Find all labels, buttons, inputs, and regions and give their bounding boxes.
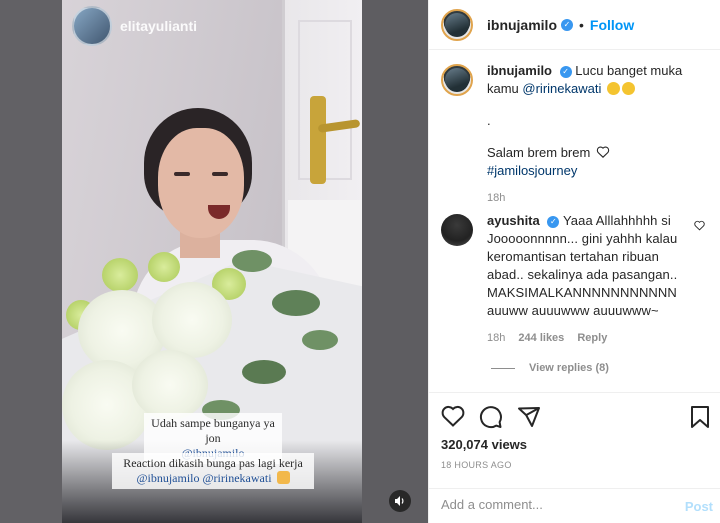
instagram-post-view: elitayulianti Udah sampe bunganya ya jon…	[0, 0, 720, 523]
media-side-band-left	[0, 0, 62, 523]
view-count[interactable]: 320,074 views	[441, 437, 527, 452]
comments-section: ibnujamilo ✓ Lucu banget muka kamu @riri…	[429, 62, 720, 392]
caption-age[interactable]: 18h	[487, 192, 720, 204]
heart-emoji-icon	[596, 146, 610, 158]
comment-text: Yaaa Alllahhhhh si Jooooonnnnn... gini y…	[487, 213, 678, 318]
replies-divider-line	[491, 367, 515, 369]
save-bookmark-icon[interactable]	[689, 405, 711, 429]
caption-hashtag-link[interactable]: #jamilosjourney	[487, 162, 692, 180]
story-caption-2: Reaction dikasih bunga pas lagi kerja @i…	[112, 453, 314, 489]
post-caption: ibnujamilo ✓ Lucu banget muka kamu @riri…	[429, 62, 720, 210]
speaker-icon	[395, 496, 404, 506]
post-media[interactable]: elitayulianti Udah sampe bunganya ya jon…	[0, 0, 428, 523]
story-author: elitayulianti	[72, 6, 197, 46]
separator-dot: •	[579, 16, 584, 33]
comment-age[interactable]: 18h	[487, 332, 505, 344]
verified-badge-icon: ✓	[561, 18, 573, 31]
caption-dot-line: .	[487, 113, 491, 128]
verified-badge-icon: ✓	[547, 215, 560, 228]
author-avatar[interactable]	[441, 8, 473, 41]
like-comment-heart-icon[interactable]	[694, 220, 705, 231]
caption-salam-line: Salam brem brem	[487, 145, 591, 160]
media-side-band-right	[362, 0, 428, 523]
view-replies-button[interactable]: View replies (8)	[491, 362, 609, 374]
white-flower	[152, 282, 232, 358]
post-actions: 320,074 views 18 HOURS AGO Post	[429, 392, 720, 522]
author-username[interactable]: ibnujamilo	[487, 17, 557, 33]
audio-toggle-button[interactable]	[389, 490, 411, 512]
laughing-emoji-icon	[621, 82, 635, 95]
comment-item: ayushita ✓ Yaaa Alllahhhhh si Jooooonnnn…	[429, 212, 720, 344]
like-heart-icon[interactable]	[441, 405, 465, 429]
comment-bubble-icon[interactable]	[479, 405, 503, 429]
person-face	[158, 128, 244, 238]
reply-button[interactable]: Reply	[577, 332, 607, 344]
caption-username[interactable]: ibnujamilo	[487, 63, 552, 78]
post-comment-button[interactable]: Post	[685, 499, 713, 514]
story-username: elitayulianti	[120, 18, 198, 34]
follow-button[interactable]: Follow	[590, 17, 634, 33]
caption-mention-link[interactable]: @ririnekawati	[522, 81, 601, 96]
post-timestamp[interactable]: 18 HOURS AGO	[441, 460, 512, 470]
story-avatar	[72, 6, 112, 46]
door-handle	[310, 96, 326, 184]
post-header: ibnujamilo ✓ • Follow	[429, 0, 720, 50]
laughing-emoji-icon	[606, 82, 620, 95]
comment-likes[interactable]: 244 likes	[518, 332, 564, 344]
action-icons	[441, 405, 541, 429]
comment-meta: 18h 244 likes Reply	[487, 332, 720, 344]
white-flower	[132, 350, 208, 420]
verified-badge-icon: ✓	[559, 65, 572, 78]
caption-author-avatar[interactable]	[441, 64, 473, 96]
commenter-avatar[interactable]	[441, 214, 473, 246]
add-comment-bar: Post	[429, 488, 720, 523]
post-details-panel: ibnujamilo ✓ • Follow ibnujamilo ✓ Lucu …	[428, 0, 720, 523]
add-comment-input[interactable]	[441, 497, 671, 512]
flower-emoji-icon	[276, 471, 290, 484]
share-paper-plane-icon[interactable]	[517, 405, 541, 429]
commenter-username[interactable]: ayushita	[487, 213, 540, 228]
